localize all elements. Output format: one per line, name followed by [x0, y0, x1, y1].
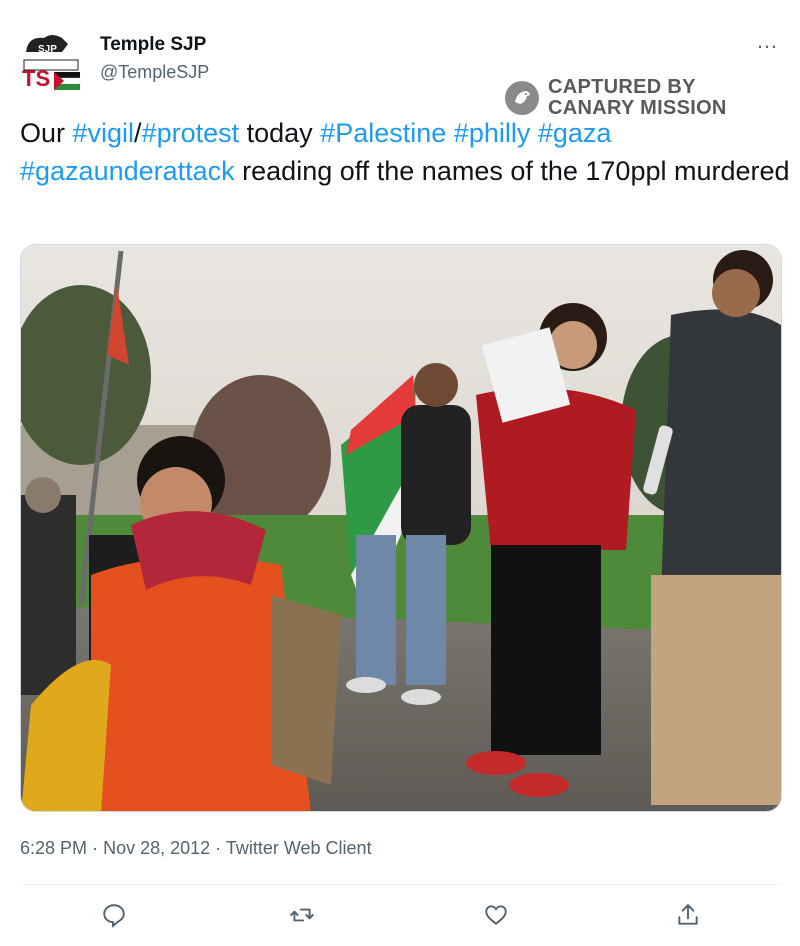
avatar-top-text: SJP	[38, 44, 57, 55]
hashtag-link[interactable]: #philly	[454, 118, 531, 148]
more-options-icon[interactable]: …	[756, 28, 779, 54]
separator-dot: ·	[92, 838, 99, 858]
share-icon[interactable]	[675, 902, 705, 932]
hashtag-link[interactable]: #vigil	[73, 118, 135, 148]
action-bar	[0, 900, 800, 934]
tweet-date[interactable]: Nov 28, 2012	[103, 838, 210, 858]
hashtag-link[interactable]: #gazaunderattack	[20, 156, 235, 186]
divider	[20, 884, 782, 885]
tweet-text-segment: reading off the names of the 170ppl murd…	[234, 156, 790, 186]
watermark-line1: CAPTURED BY	[548, 76, 696, 98]
like-icon[interactable]	[483, 902, 513, 932]
display-name[interactable]: Temple SJP	[100, 34, 206, 56]
tweet-client[interactable]: Twitter Web Client	[226, 838, 372, 858]
tweet-metadata: 6:28 PM · Nov 28, 2012 · Twitter Web Cli…	[20, 838, 372, 859]
reply-icon[interactable]	[101, 902, 131, 932]
hashtag-link[interactable]: #Palestine	[320, 118, 446, 148]
tweet-text-segment	[446, 118, 454, 148]
retweet-icon[interactable]	[289, 902, 319, 932]
tweet-text-segment: today	[239, 118, 321, 148]
tweet-text-segment: Our	[20, 118, 73, 148]
tweet-time[interactable]: 6:28 PM	[20, 838, 87, 858]
avatar-bottom-text: TS	[22, 66, 50, 91]
avatar[interactable]: SJP TS	[18, 30, 84, 92]
user-handle[interactable]: @TempleSJP	[100, 62, 209, 83]
canary-mission-watermark: CAPTURED BY CANARY MISSION	[504, 77, 727, 119]
hashtag-link[interactable]: #gaza	[538, 118, 612, 148]
tweet-text-segment	[530, 118, 538, 148]
separator-dot: ·	[215, 838, 222, 858]
canary-bird-icon	[505, 81, 539, 115]
hashtag-link[interactable]: #protest	[142, 118, 240, 148]
tweet-photo[interactable]	[20, 244, 782, 812]
tweet-text-segment: /	[134, 118, 142, 148]
tweet-text: Our #vigil/#protest today #Palestine #ph…	[20, 114, 790, 190]
